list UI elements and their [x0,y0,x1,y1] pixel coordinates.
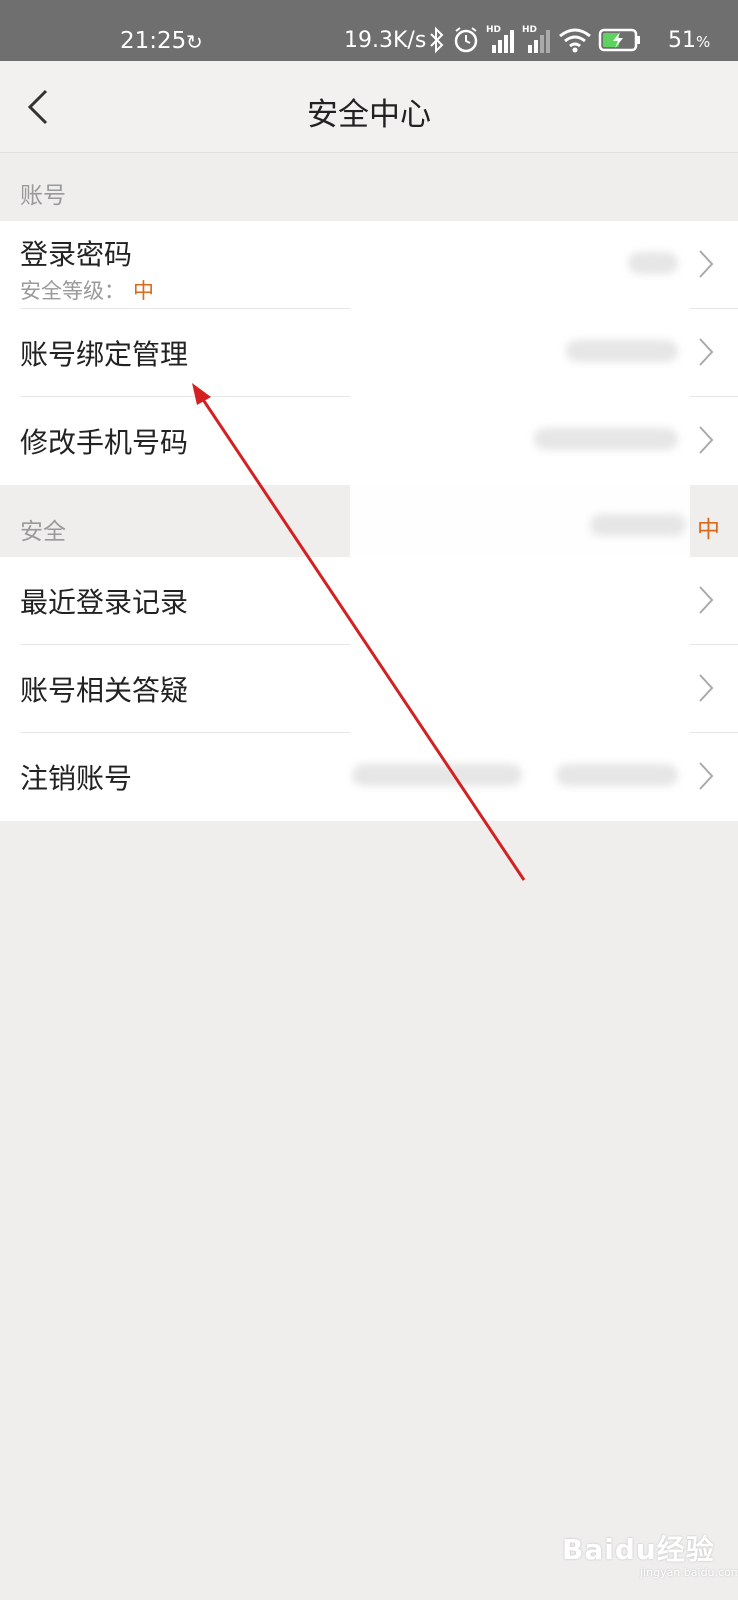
network-speed: 19.3K/s [344,28,427,53]
row-title: 登录密码 [20,238,133,271]
wifi-icon [559,28,591,53]
chevron-right-icon [699,338,714,366]
section-label-account: 账号 [20,183,66,209]
redacted-value [534,428,678,450]
bluetooth-icon [430,26,444,54]
status-time: 21:25 [120,28,187,54]
redacted-value [590,514,686,536]
chevron-right-icon [699,762,714,790]
alarm-icon [454,27,478,53]
redacted-value [556,764,678,786]
refresh-icon: ↻ [186,30,203,54]
security-level-value: 中 [133,279,154,303]
chevron-right-icon [699,250,714,278]
chevron-right-icon [699,674,714,702]
security-level-indicator: 中 [697,517,720,543]
row-title: 注销账号 [20,762,133,795]
redacted-value [566,340,678,362]
redaction-overlay [350,300,690,790]
section-label-security: 安全 [20,519,66,545]
redacted-value [352,764,522,786]
battery-percent: 51% [668,28,711,53]
chevron-right-icon [699,426,714,454]
redacted-value [628,252,678,274]
security-level: 安全等级：中 [20,279,154,303]
battery-charging-icon [598,28,640,52]
nav-header: 安全中心 [0,61,738,153]
signal-hd-icon: HD [522,25,552,53]
status-bar: 21:25 ↻ 19.3K/s HD HD 51% [0,0,738,61]
chevron-right-icon [699,586,714,614]
signal-hd-icon: HD [486,25,516,53]
status-icons: HD HD [428,24,642,56]
row-title: 账号绑定管理 [20,338,189,371]
row-title: 账号相关答疑 [20,674,189,707]
page-title: 安全中心 [307,97,431,133]
watermark-url: jingyan.baidu.com [640,1566,738,1579]
baidu-watermark: Baidu经验 [562,1533,715,1566]
row-title: 最近登录记录 [20,586,189,619]
row-title: 修改手机号码 [20,426,189,459]
